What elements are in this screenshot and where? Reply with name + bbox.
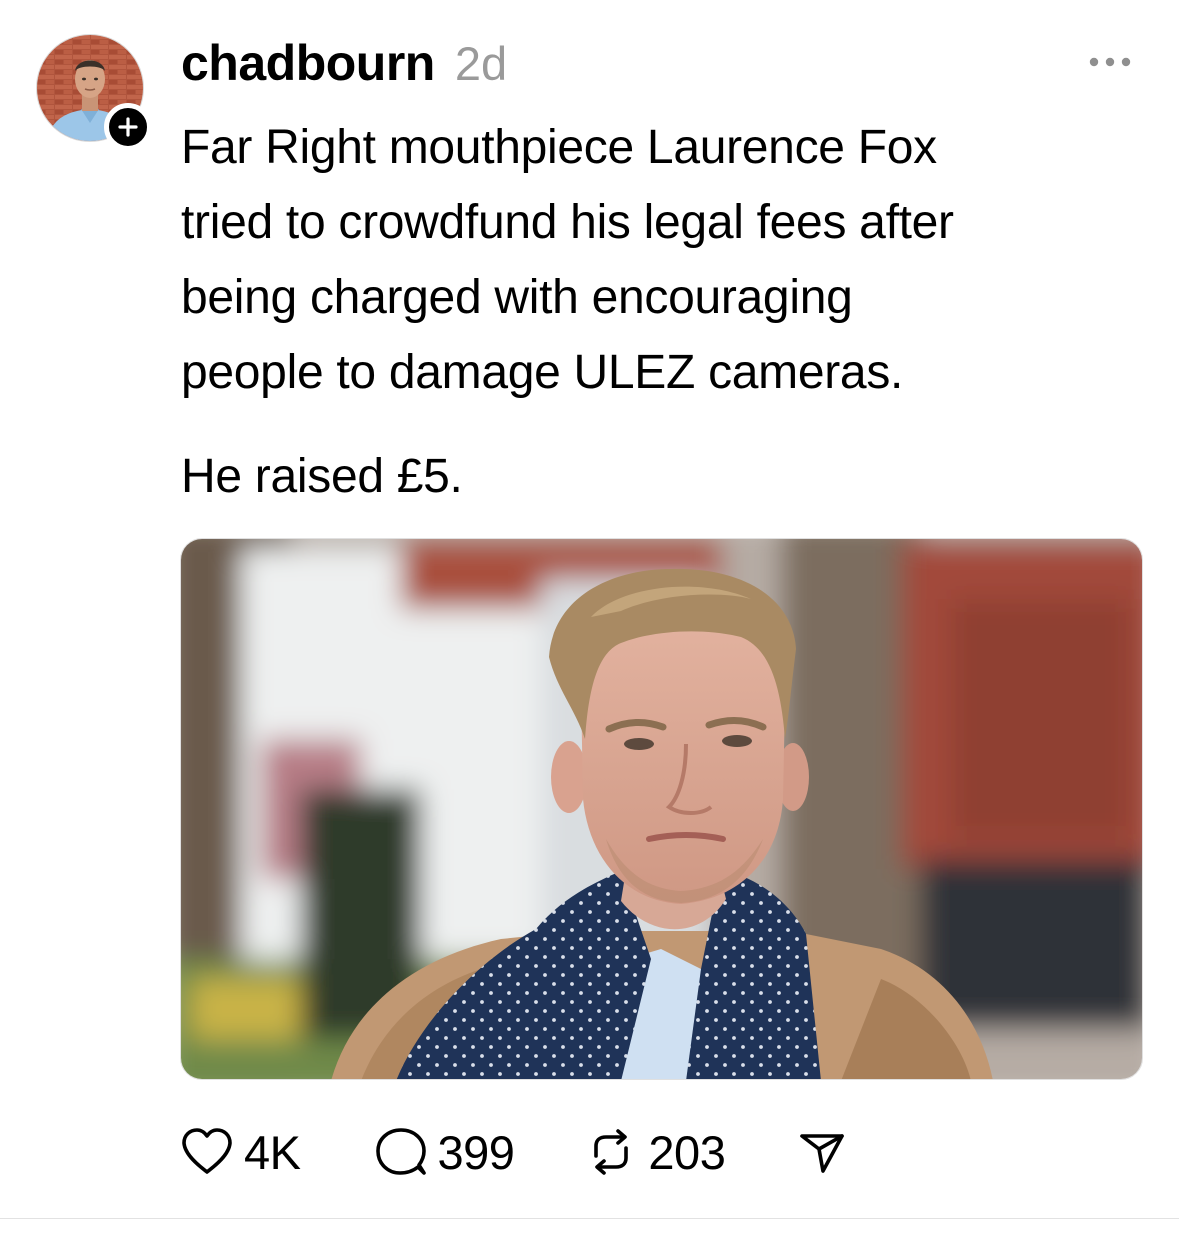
username[interactable]: chadbourn [181, 34, 435, 92]
post-text-line: people to damage ULEZ cameras. [181, 346, 904, 399]
post-text-line: being charged with encouraging [181, 271, 853, 324]
heart-icon [182, 1128, 232, 1174]
post-divider [0, 1218, 1179, 1219]
speech-bubble-icon [375, 1128, 426, 1175]
post-actions: 4K 399 203 [180, 1120, 847, 1184]
send-icon [800, 1134, 845, 1173]
post-text-second-paragraph: He raised £5. [181, 450, 463, 503]
more-horizontal-icon [1089, 57, 1131, 67]
reply-count: 399 [437, 1125, 515, 1179]
timestamp[interactable]: 2d [455, 36, 507, 91]
repost-button[interactable]: 203 [584, 1125, 726, 1180]
post-text-line: Far Right mouthpiece Laurence Fox [181, 121, 937, 174]
share-button[interactable] [797, 1127, 847, 1177]
plus-icon [118, 117, 138, 137]
avatar-container[interactable] [36, 34, 152, 151]
post-body: Far Right mouthpiece Laurence Fox tried … [181, 110, 1156, 514]
repost-count: 203 [648, 1125, 726, 1179]
post-text-line: tried to crowdfund his legal fees after [181, 196, 954, 249]
reply-button[interactable]: 399 [374, 1125, 515, 1180]
post-header: chadbourn 2d [181, 34, 507, 94]
follow-button[interactable] [104, 103, 152, 151]
post-image[interactable] [180, 538, 1143, 1080]
more-options-button[interactable] [1086, 48, 1134, 76]
repost-icon [594, 1129, 629, 1175]
like-count: 4K [244, 1125, 301, 1179]
like-button[interactable]: 4K [180, 1125, 301, 1180]
